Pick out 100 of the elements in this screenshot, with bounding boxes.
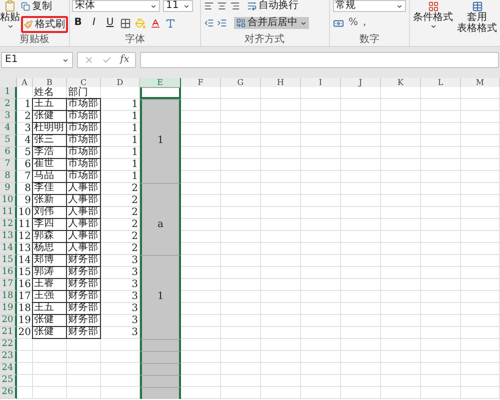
row-header[interactable]: 13 [0, 231, 17, 243]
row-header[interactable]: 21 [0, 327, 17, 339]
empty-cell[interactable] [301, 171, 341, 183]
empty-cell[interactable] [261, 159, 301, 171]
empty-cell[interactable] [381, 111, 421, 123]
table-cell[interactable]: 人事部 [66, 242, 101, 255]
empty-cell[interactable] [221, 339, 261, 351]
wrap-text-button[interactable]: 自动换行 [246, 1, 299, 11]
empty-cell[interactable] [461, 279, 500, 291]
empty-cell[interactable] [421, 195, 461, 207]
empty-cell[interactable] [341, 195, 381, 207]
empty-cell[interactable] [301, 363, 341, 375]
empty-cell[interactable] [221, 267, 261, 279]
empty-cell[interactable] [33, 351, 67, 363]
empty-cell[interactable] [421, 339, 461, 351]
row-header[interactable]: 25 [0, 375, 17, 387]
table-format-button[interactable]: 套用 表格格式 [457, 1, 497, 46]
empty-cell[interactable] [381, 195, 421, 207]
table-cell[interactable]: 王五 [32, 98, 67, 111]
empty-cell[interactable] [221, 327, 261, 339]
empty-cell[interactable] [261, 99, 301, 111]
empty-cell[interactable] [341, 387, 381, 399]
fill-color-icon[interactable] [135, 18, 146, 28]
column-header[interactable]: J [341, 78, 381, 87]
empty-cell[interactable] [381, 123, 421, 135]
empty-cell[interactable] [261, 195, 301, 207]
empty-cell[interactable] [461, 231, 500, 243]
font-color-icon[interactable] [150, 18, 161, 28]
table-cell[interactable] [140, 183, 181, 195]
currency-icon[interactable] [332, 18, 344, 28]
empty-cell[interactable] [261, 87, 301, 99]
empty-cell[interactable] [261, 111, 301, 123]
empty-cell[interactable] [221, 351, 261, 363]
empty-cell[interactable] [421, 255, 461, 267]
table-cell[interactable]: 市场部 [66, 122, 101, 135]
empty-cell[interactable] [261, 279, 301, 291]
empty-cell[interactable] [421, 123, 461, 135]
empty-cell[interactable] [381, 243, 421, 255]
table-cell[interactable]: 市场部 [66, 170, 101, 183]
row-header[interactable]: 26 [0, 387, 17, 399]
empty-cell[interactable] [421, 147, 461, 159]
empty-cell[interactable] [421, 387, 461, 399]
table-cell[interactable]: 财务部 [66, 278, 101, 291]
table-cell[interactable]: 人事部 [66, 182, 101, 195]
column-header[interactable]: E [140, 78, 181, 87]
indent-increase-icon[interactable] [216, 18, 227, 28]
empty-cell[interactable] [421, 375, 461, 387]
empty-cell[interactable] [301, 303, 341, 315]
row-header[interactable]: 10 [0, 195, 17, 207]
column-header[interactable]: G [221, 78, 261, 87]
table-cell[interactable] [140, 99, 181, 111]
empty-cell[interactable] [421, 303, 461, 315]
empty-cell[interactable] [261, 375, 301, 387]
empty-cell[interactable] [341, 87, 381, 99]
empty-cell[interactable] [221, 87, 261, 99]
empty-cell[interactable] [341, 351, 381, 363]
column-header[interactable]: I [301, 78, 341, 87]
conditional-format-button[interactable]: 条件格式 [413, 1, 453, 46]
table-cell[interactable]: 财务部 [66, 314, 101, 327]
empty-cell[interactable] [261, 147, 301, 159]
empty-cell[interactable] [381, 351, 421, 363]
empty-cell[interactable] [261, 207, 301, 219]
table-cell[interactable] [140, 243, 181, 255]
empty-cell[interactable] [381, 183, 421, 195]
row-header[interactable]: 24 [0, 363, 17, 375]
number-style-button[interactable]: % [348, 17, 358, 29]
empty-cell[interactable] [341, 315, 381, 327]
empty-cell[interactable] [381, 363, 421, 375]
empty-cell[interactable] [301, 327, 341, 339]
row-header[interactable]: 19 [0, 303, 17, 315]
empty-cell[interactable] [261, 255, 301, 267]
empty-cell[interactable] [421, 291, 461, 303]
empty-cell[interactable] [301, 111, 341, 123]
empty-cell[interactable] [301, 255, 341, 267]
empty-cell[interactable] [67, 339, 101, 351]
empty-cell[interactable] [301, 87, 341, 99]
insert-function-button[interactable]: fx [120, 55, 130, 65]
empty-cell[interactable] [301, 207, 341, 219]
table-cell[interactable]: 财务部 [66, 326, 101, 339]
empty-cell[interactable] [301, 279, 341, 291]
empty-cell[interactable] [261, 351, 301, 363]
table-cell[interactable]: 1 [140, 135, 181, 147]
column-header[interactable]: A [17, 78, 33, 87]
table-cell[interactable] [140, 87, 181, 99]
empty-cell[interactable] [221, 195, 261, 207]
empty-cell[interactable] [301, 267, 341, 279]
align-left-icon[interactable] [204, 1, 214, 11]
empty-cell[interactable] [421, 315, 461, 327]
empty-cell[interactable] [261, 183, 301, 195]
empty-cell[interactable] [67, 387, 101, 399]
row-header[interactable]: 14 [0, 243, 17, 255]
empty-cell[interactable] [341, 159, 381, 171]
row-header[interactable]: 16 [0, 267, 17, 279]
empty-cell[interactable] [461, 207, 500, 219]
empty-cell[interactable] [421, 111, 461, 123]
empty-cell[interactable] [461, 123, 500, 135]
row-header[interactable]: 23 [0, 351, 17, 363]
empty-cell[interactable] [461, 315, 500, 327]
empty-cell[interactable] [341, 111, 381, 123]
empty-cell[interactable] [221, 123, 261, 135]
